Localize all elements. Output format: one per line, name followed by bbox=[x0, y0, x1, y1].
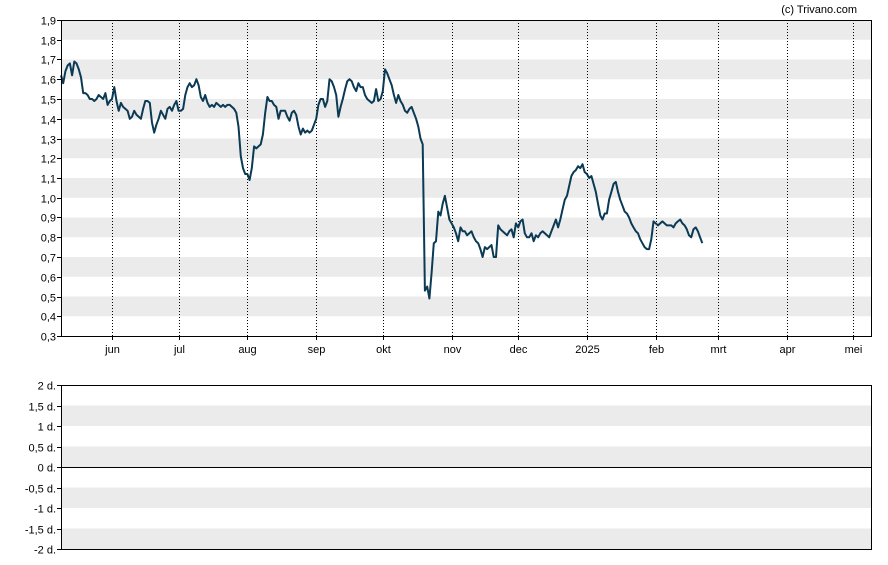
bottom-chart-band bbox=[61, 405, 871, 426]
y-tick-label: 1,0 bbox=[41, 194, 56, 206]
y-tick-label: 1,2 bbox=[41, 154, 56, 166]
x-tick-label: feb bbox=[649, 344, 664, 356]
top-chart-y-ticks: 0,3 0,4 0,5 0,6 0,7 0,8 0,9 1,0 1,1 1,2 1,3 1,4 1,5 1… bbox=[41, 16, 61, 344]
bottom-chart-y-ticks: -2 d. -1,5 d. -1 d. -0,5 d. 0 d. 0,5 d. 1 d. 1,… bbox=[25, 381, 61, 557]
y-tick-label: -1 d. bbox=[34, 504, 56, 516]
x-tick-label: mei bbox=[845, 344, 863, 356]
y-tick-label: 1,5 d. bbox=[28, 402, 56, 414]
top-chart-band bbox=[61, 59, 871, 80]
y-tick-label: 1,6 bbox=[41, 75, 56, 87]
x-tick-label: 2025 bbox=[575, 344, 599, 356]
y-tick-label: 0,5 bbox=[41, 293, 56, 305]
top-chart-band bbox=[61, 296, 871, 317]
y-tick-label: 1,9 bbox=[41, 16, 56, 28]
y-tick-label: 0 d. bbox=[38, 463, 56, 475]
bottom-chart-band bbox=[61, 446, 871, 467]
y-tick-label: 2 d. bbox=[38, 381, 56, 393]
x-tick-label: okt bbox=[376, 344, 391, 356]
y-tick-label: 0,3 bbox=[41, 332, 56, 344]
x-tick-label: sep bbox=[308, 344, 326, 356]
y-tick-label: -0,5 d. bbox=[25, 484, 56, 496]
y-tick-label: 0,4 bbox=[41, 312, 56, 324]
top-chart-band bbox=[61, 138, 871, 159]
x-tick-label: nov bbox=[444, 344, 462, 356]
bottom-chart-bands bbox=[61, 405, 871, 549]
y-tick-label: 1,1 bbox=[41, 174, 56, 186]
top-chart-band bbox=[61, 20, 871, 40]
x-tick-label: mrt bbox=[711, 344, 727, 356]
y-tick-label: -2 d. bbox=[34, 545, 56, 557]
x-tick-label: apr bbox=[780, 344, 796, 356]
y-tick-label: -1,5 d. bbox=[25, 525, 56, 537]
chart-svg: 0,3 0,4 0,5 0,6 0,7 0,8 0,9 1,0 1,1 1,2 1,3 1,4 1,5 1… bbox=[25, 4, 872, 557]
y-tick-label: 1,5 bbox=[41, 95, 56, 107]
y-tick-label: 1,8 bbox=[41, 36, 56, 48]
x-tick-label: dec bbox=[510, 344, 528, 356]
bottom-chart-band bbox=[61, 487, 871, 508]
x-tick-label: jun bbox=[104, 344, 120, 356]
top-chart-x-ticks: jun jul aug sep okt nov dec 2025 feb mrt apr mei bbox=[104, 336, 862, 356]
x-tick-label: aug bbox=[238, 344, 256, 356]
top-chart-bands bbox=[61, 20, 871, 317]
y-tick-label: 0,9 bbox=[41, 213, 56, 225]
y-tick-label: 0,8 bbox=[41, 233, 56, 245]
copyright-label: (c) Trivano.com bbox=[781, 4, 857, 16]
y-tick-label: 1 d. bbox=[38, 422, 56, 434]
top-chart-band bbox=[61, 257, 871, 277]
y-tick-label: 0,5 d. bbox=[28, 443, 56, 455]
y-tick-label: 0,7 bbox=[41, 253, 56, 265]
chart-root: 0,3 0,4 0,5 0,6 0,7 0,8 0,9 1,0 1,1 1,2 1,3 1,4 1,5 1… bbox=[0, 0, 888, 565]
y-tick-label: 0,6 bbox=[41, 273, 56, 285]
top-chart-band bbox=[61, 178, 871, 198]
x-tick-label: jul bbox=[173, 344, 185, 356]
y-tick-label: 1,3 bbox=[41, 135, 56, 147]
y-tick-label: 1,7 bbox=[41, 55, 56, 67]
bottom-chart-band bbox=[61, 528, 871, 549]
y-tick-label: 1,4 bbox=[41, 115, 56, 127]
